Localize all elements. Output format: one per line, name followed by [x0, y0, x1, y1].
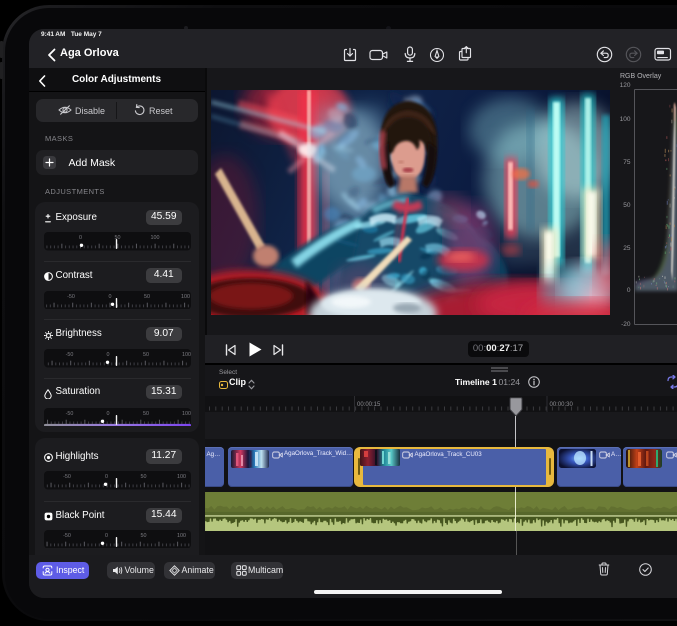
svg-text:50: 50	[115, 235, 121, 241]
svg-text:-50: -50	[67, 294, 75, 300]
svg-text:100: 100	[182, 352, 191, 358]
svg-text:0: 0	[105, 533, 108, 539]
svg-text:0: 0	[105, 474, 108, 480]
svg-text:-50: -50	[66, 352, 74, 358]
svg-text:100: 100	[177, 474, 186, 480]
svg-text:50: 50	[144, 294, 150, 300]
svg-text:50: 50	[141, 474, 147, 480]
svg-text:0: 0	[107, 352, 110, 358]
svg-text:-50: -50	[63, 533, 71, 539]
svg-text:100: 100	[151, 235, 160, 241]
svg-text:100: 100	[181, 294, 190, 300]
svg-text:50: 50	[143, 352, 149, 358]
svg-text:100: 100	[177, 533, 186, 539]
svg-text:50: 50	[141, 533, 147, 539]
svg-text:-50: -50	[63, 474, 71, 480]
svg-text:0: 0	[109, 294, 112, 300]
svg-text:0: 0	[79, 235, 82, 241]
